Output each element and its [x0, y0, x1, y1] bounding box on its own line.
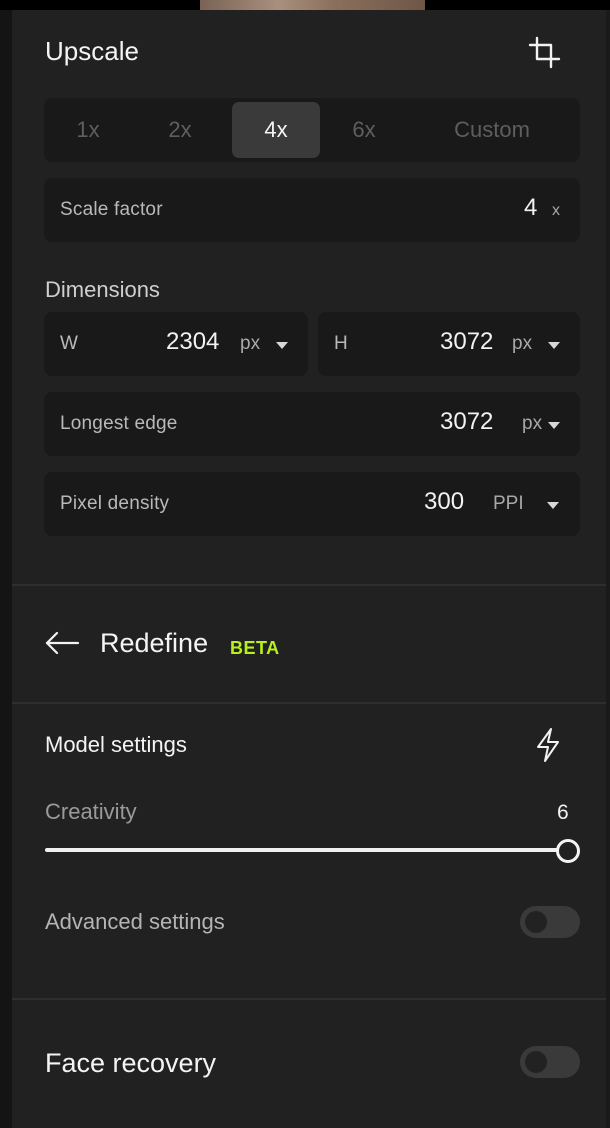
redefine-title: Redefine: [100, 628, 209, 658]
width-label: W: [60, 333, 79, 354]
scale-selector: 1x 2x 4x 6x Custom: [44, 98, 580, 162]
creativity-label: Creativity: [45, 799, 137, 824]
scale-factor-label: Scale factor: [60, 199, 163, 220]
left-gutter: [0, 10, 12, 1128]
width-unit-dropdown-icon[interactable]: [276, 342, 288, 349]
divider: [12, 584, 606, 586]
scale-option-6x[interactable]: 6x: [324, 102, 404, 158]
back-button[interactable]: [44, 628, 80, 658]
scale-factor-value[interactable]: 4: [524, 194, 537, 222]
width-value[interactable]: 2304: [166, 328, 219, 356]
crop-button[interactable]: [524, 34, 566, 72]
pixel-density-dropdown-icon[interactable]: [547, 502, 559, 509]
dimensions-label: Dimensions: [45, 277, 160, 302]
divider: [12, 998, 606, 1000]
crop-icon: [528, 36, 561, 69]
scale-factor-unit: x: [552, 202, 560, 219]
model-settings-title: Model settings: [45, 732, 187, 757]
longest-edge-value[interactable]: 3072: [440, 408, 493, 436]
right-edge: [606, 10, 610, 1128]
scale-option-2x[interactable]: 2x: [140, 102, 220, 158]
pixel-density-unit[interactable]: PPI: [493, 493, 524, 515]
scale-option-custom[interactable]: Custom: [424, 102, 560, 158]
creativity-slider-track[interactable]: [45, 848, 567, 852]
toggle-knob: [525, 911, 547, 933]
pixel-density-field[interactable]: Pixel density 300 PPI: [44, 472, 580, 536]
model-settings-button[interactable]: [530, 726, 566, 764]
scale-option-1x[interactable]: 1x: [48, 102, 128, 158]
width-unit[interactable]: px: [240, 333, 260, 355]
beta-badge: BETA: [230, 638, 280, 658]
toggle-knob: [525, 1051, 547, 1073]
longest-edge-dropdown-icon[interactable]: [548, 422, 560, 429]
height-label: H: [334, 333, 348, 354]
image-preview-strip: [0, 0, 610, 10]
height-field[interactable]: H 3072 px: [318, 312, 580, 376]
creativity-value: 6: [557, 801, 569, 824]
scale-factor-field[interactable]: Scale factor 4 x: [44, 178, 580, 242]
upscale-title: Upscale: [45, 36, 139, 66]
arrow-left-icon: [45, 631, 80, 655]
divider: [12, 702, 606, 704]
longest-edge-unit[interactable]: px: [522, 413, 542, 435]
height-unit-dropdown-icon[interactable]: [548, 342, 560, 349]
upscale-app: Upscale 1x 2x 4x 6x Custom Scale factor …: [0, 0, 610, 1128]
longest-edge-field[interactable]: Longest edge 3072 px: [44, 392, 580, 456]
image-thumbnail: [200, 0, 425, 10]
creativity-slider-thumb[interactable]: [556, 839, 580, 863]
advanced-settings-toggle[interactable]: [520, 906, 580, 938]
height-value[interactable]: 3072: [440, 328, 493, 356]
height-unit[interactable]: px: [512, 333, 532, 355]
scale-option-4x[interactable]: 4x: [232, 102, 320, 158]
advanced-settings-label: Advanced settings: [45, 909, 225, 934]
pixel-density-label: Pixel density: [60, 493, 170, 514]
face-recovery-label: Face recovery: [45, 1048, 217, 1078]
width-field[interactable]: W 2304 px: [44, 312, 308, 376]
pixel-density-value[interactable]: 300: [424, 488, 464, 516]
face-recovery-toggle[interactable]: [520, 1046, 580, 1078]
settings-panel: Upscale 1x 2x 4x 6x Custom Scale factor …: [12, 10, 606, 1128]
longest-edge-label: Longest edge: [60, 413, 178, 434]
lightning-icon: [537, 728, 559, 762]
